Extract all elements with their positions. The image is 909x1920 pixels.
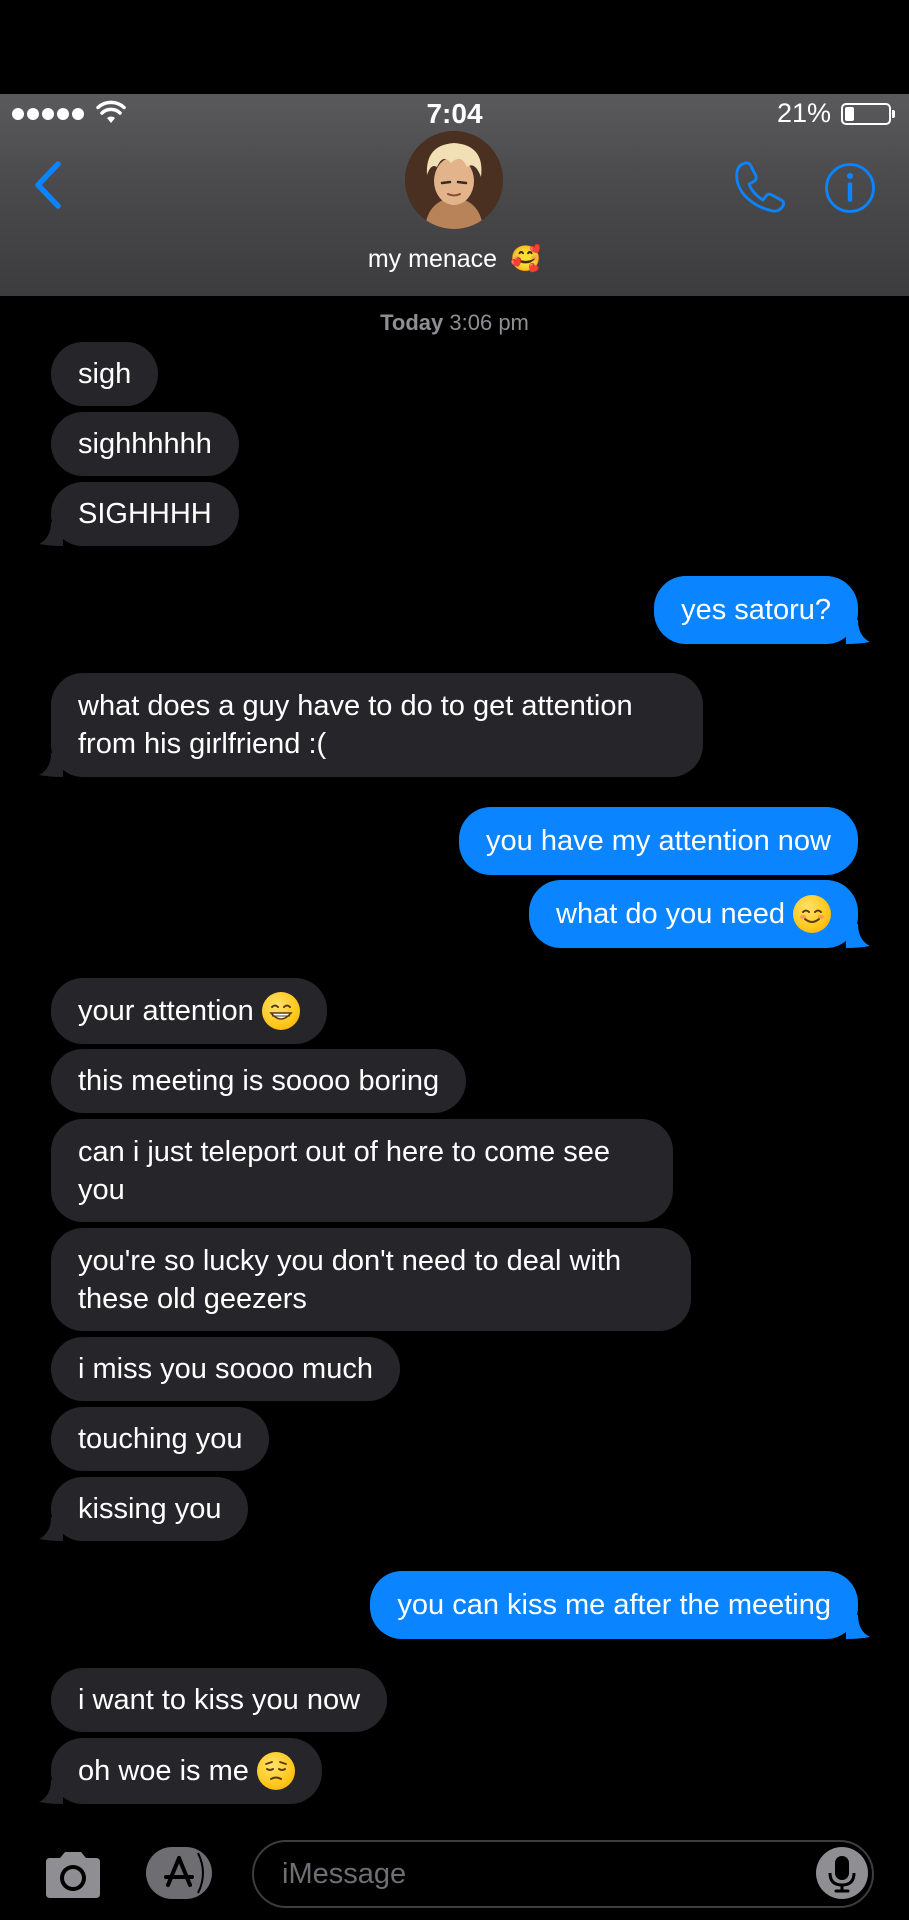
message-bubble-incoming[interactable]: sigh [51, 342, 159, 406]
message-text: yes satoru? [681, 594, 831, 626]
message-input[interactable]: iMessage [252, 1840, 874, 1908]
message-bubble-outgoing[interactable]: what do you need [529, 880, 870, 948]
message-text: what does a guy have to do to get attent… [78, 690, 633, 760]
bubble-tail [39, 1780, 63, 1804]
bubble-tail [846, 620, 870, 644]
info-icon[interactable] [824, 162, 876, 214]
message-text: your attention [78, 995, 254, 1027]
message-bubble-outgoing[interactable]: you have my attention now [459, 807, 858, 875]
message-text: you can kiss me after the meeting [397, 1589, 831, 1621]
message-text: you have my attention now [486, 825, 831, 857]
message-text: you're so lucky you don't need to deal w… [78, 1244, 622, 1315]
message-bubble-incoming[interactable]: i want to kiss you now [51, 1668, 388, 1732]
message-text: i want to kiss you now [78, 1684, 361, 1716]
message-bubble-incoming[interactable]: what does a guy have to do to get attent… [39, 673, 703, 777]
grinning-face-emoji [261, 992, 300, 1030]
chevron-left-icon[interactable] [30, 160, 66, 210]
contact-avatar[interactable] [405, 131, 503, 229]
message-bubble-incoming[interactable]: sighhhhhh [51, 412, 239, 476]
battery-icon [841, 103, 895, 125]
bubble-tail [39, 1517, 63, 1541]
message-bubble-incoming[interactable]: your attention [51, 978, 327, 1044]
smiling-face-emoji [793, 895, 831, 933]
message-bubble-incoming[interactable]: you're so lucky you don't need to deal w… [51, 1228, 691, 1331]
message-text: touching you [78, 1423, 243, 1455]
battery-percentage: 21% [776, 98, 831, 128]
message-text: i miss you soooo much [78, 1353, 373, 1385]
smiling-face-with-hearts-emoji: 🥰 [510, 244, 542, 273]
bubble-tail [846, 924, 870, 948]
message-text: what do you need [556, 898, 785, 930]
message-text: SIGHHHH [78, 498, 212, 530]
message-bubble-incoming[interactable]: i miss you soooo much [51, 1337, 400, 1401]
contact-name-text: my menace [367, 245, 498, 273]
timestamp-time: 3:06 pm [449, 310, 529, 335]
message-bubble-incoming[interactable]: can i just teleport out of here to come … [51, 1119, 673, 1222]
camera-icon[interactable] [42, 1850, 104, 1900]
message-text: oh woe is me [78, 1755, 249, 1787]
microphone-icon[interactable] [816, 1847, 868, 1899]
message-bubble-outgoing[interactable]: you can kiss me after the meeting [370, 1571, 870, 1639]
message-bubble-outgoing[interactable]: yes satoru? [654, 576, 870, 644]
status-bar: 7:04 21% [0, 94, 909, 134]
bubble-tail [39, 522, 63, 546]
message-bubble-incoming[interactable]: oh woe is me [39, 1738, 322, 1804]
message-text: can i just teleport out of here to come … [78, 1135, 610, 1206]
message-bubble-incoming[interactable]: this meeting is soooo boring [51, 1049, 467, 1113]
pensive-face-emoji [256, 1752, 295, 1790]
timestamp-day: Today [380, 310, 444, 335]
message-bubble-incoming[interactable]: touching you [51, 1407, 270, 1471]
phone-icon[interactable] [733, 160, 787, 214]
message-input-placeholder: iMessage [282, 1858, 407, 1890]
message-bubble-incoming[interactable]: SIGHHHH [39, 482, 239, 546]
message-text: kissing you [78, 1493, 222, 1525]
status-time: 7:04 [426, 98, 483, 129]
contact-name[interactable]: my menace 🥰 [0, 244, 909, 274]
app-store-icon[interactable] [146, 1847, 212, 1899]
bubble-tail [846, 1615, 870, 1639]
bubble-tail [39, 753, 63, 777]
message-bubble-incoming[interactable]: kissing you [39, 1477, 249, 1541]
message-text: this meeting is soooo boring [78, 1065, 440, 1097]
message-text: sigh [78, 358, 132, 390]
conversation-timestamp: Today 3:06 pm [0, 310, 909, 336]
message-text: sighhhhhh [78, 428, 212, 460]
